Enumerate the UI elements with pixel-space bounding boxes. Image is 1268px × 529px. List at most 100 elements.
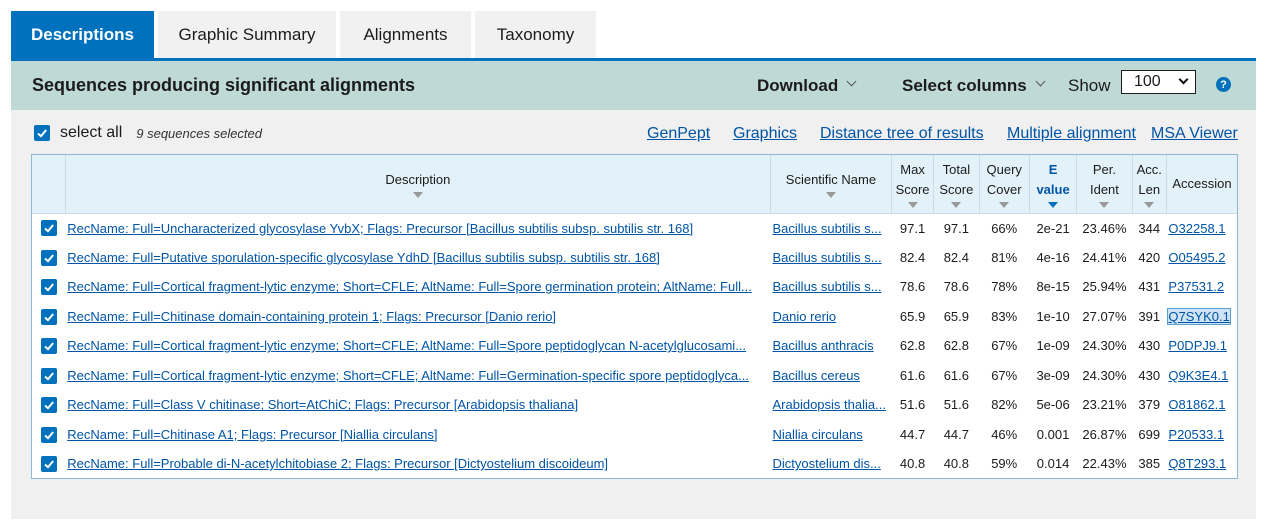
header-total-score[interactable]: Total Score bbox=[933, 155, 980, 214]
row-checkbox[interactable] bbox=[40, 397, 57, 414]
row-accession[interactable]: O32258.1 bbox=[1166, 213, 1237, 243]
row-acc-len: 391 bbox=[1138, 308, 1161, 324]
row-checkbox[interactable] bbox=[40, 456, 57, 473]
row-total-score: 61.6 bbox=[943, 367, 970, 383]
page-title: Sequences producing significant alignmen… bbox=[32, 75, 416, 95]
row-per-ident: 23.46% bbox=[1082, 220, 1127, 236]
row-description[interactable]: RecName: Full=Uncharacterized glycosylas… bbox=[65, 213, 770, 243]
table-row: RecName: Full=Cortical fragment-lytic en… bbox=[32, 331, 1237, 361]
header-max-score[interactable]: Max Score bbox=[890, 155, 934, 214]
row-scientific-name[interactable]: Bacillus cereus bbox=[771, 361, 892, 391]
sort-arrow-icon bbox=[1099, 201, 1110, 208]
row-accession[interactable]: Q8T293.1 bbox=[1166, 449, 1237, 479]
row-scientific-name[interactable]: Bacillus subtilis s... bbox=[771, 272, 892, 302]
row-scientific-name[interactable]: Bacillus subtilis s... bbox=[771, 213, 892, 243]
row-checkbox[interactable] bbox=[40, 426, 57, 443]
msa-viewer-link[interactable]: MSA Viewer bbox=[1151, 125, 1238, 143]
select-all-row: select all 9 sequences selected bbox=[34, 124, 262, 142]
row-description[interactable]: RecName: Full=Probable di-N-acetylchitob… bbox=[65, 449, 770, 479]
row-checkbox[interactable] bbox=[40, 279, 57, 296]
row-checkbox[interactable] bbox=[40, 220, 57, 237]
row-description[interactable]: RecName: Full=Cortical fragment-lytic en… bbox=[65, 361, 770, 391]
row-evalue: 0.001 bbox=[1036, 426, 1070, 442]
row-scientific-name[interactable]: Arabidopsis thalia... bbox=[771, 390, 892, 420]
row-accession[interactable]: O05495.2 bbox=[1166, 243, 1237, 273]
row-evalue: 8e-15 bbox=[1036, 279, 1070, 295]
row-accession[interactable]: Q7SYK0.1 bbox=[1166, 302, 1237, 332]
row-evalue: 4e-16 bbox=[1036, 249, 1070, 265]
multiple-alignment-link[interactable]: Multiple alignment bbox=[1007, 125, 1136, 143]
row-acc-len: 379 bbox=[1138, 397, 1161, 413]
row-checkbox-cell bbox=[32, 420, 65, 450]
row-max-score: 51.6 bbox=[899, 397, 926, 413]
sort-arrow-icon bbox=[825, 191, 836, 198]
row-scientific-name[interactable]: Bacillus anthracis bbox=[771, 331, 892, 361]
row-scientific-name[interactable]: Danio rerio bbox=[771, 302, 892, 332]
header-description[interactable]: Description bbox=[64, 155, 771, 214]
select-columns-dropdown[interactable]: Select columns bbox=[902, 76, 1046, 96]
row-total-score: 97.1 bbox=[943, 220, 970, 236]
checkmark-icon bbox=[43, 371, 54, 381]
row-checkbox[interactable] bbox=[40, 308, 57, 325]
row-accession[interactable]: Q9K3E4.1 bbox=[1166, 361, 1237, 391]
row-description[interactable]: RecName: Full=Cortical fragment-lytic en… bbox=[65, 272, 770, 302]
distance-tree-link[interactable]: Distance tree of results bbox=[820, 125, 984, 143]
help-icon[interactable]: ? bbox=[1216, 77, 1231, 92]
header-acc-len[interactable]: Acc. Len bbox=[1131, 155, 1167, 214]
table-row: RecName: Full=Uncharacterized glycosylas… bbox=[32, 213, 1237, 243]
row-accession[interactable]: P20533.1 bbox=[1166, 420, 1237, 450]
tab-graphic-summary[interactable]: Graphic Summary bbox=[158, 11, 336, 59]
row-checkbox[interactable] bbox=[40, 338, 57, 355]
row-query-cover: 81% bbox=[991, 249, 1018, 265]
row-checkbox-cell bbox=[32, 243, 65, 273]
header-per-ident[interactable]: Per. Ident bbox=[1076, 155, 1133, 214]
row-per-ident: 26.87% bbox=[1082, 426, 1127, 442]
row-total-score: 65.9 bbox=[943, 308, 970, 324]
row-acc-len: 420 bbox=[1138, 249, 1161, 265]
tab-taxonomy[interactable]: Taxonomy bbox=[475, 11, 596, 59]
row-evalue: 5e-06 bbox=[1036, 397, 1070, 413]
sort-arrow-icon bbox=[1144, 201, 1155, 208]
sort-arrow-icon bbox=[412, 191, 423, 198]
table-row: RecName: Full=Putative sporulation-speci… bbox=[32, 243, 1237, 273]
header-scientific-name[interactable]: Scientific Name bbox=[770, 155, 892, 214]
row-checkbox[interactable] bbox=[40, 249, 57, 266]
row-evalue: 1e-09 bbox=[1036, 338, 1070, 354]
row-accession[interactable]: P37531.2 bbox=[1166, 272, 1237, 302]
show-count-select[interactable]: 100 bbox=[1121, 70, 1196, 94]
row-checkbox[interactable] bbox=[40, 367, 57, 384]
header-query-cover[interactable]: Query Cover bbox=[978, 155, 1030, 214]
row-accession[interactable]: O81862.1 bbox=[1166, 390, 1237, 420]
sort-arrow-icon bbox=[907, 201, 918, 208]
row-accession[interactable]: P0DPJ9.1 bbox=[1166, 331, 1237, 361]
row-evalue: 3e-09 bbox=[1036, 367, 1070, 383]
row-scientific-name[interactable]: Bacillus subtilis s... bbox=[771, 243, 892, 273]
header-accession[interactable]: Accession bbox=[1165, 155, 1237, 214]
row-max-score: 62.8 bbox=[899, 338, 926, 354]
row-per-ident: 27.07% bbox=[1082, 308, 1127, 324]
chevron-down-icon bbox=[846, 76, 857, 87]
graphics-link[interactable]: Graphics bbox=[733, 125, 797, 143]
row-description[interactable]: RecName: Full=Chitinase A1; Flags: Precu… bbox=[65, 420, 770, 450]
row-description[interactable]: RecName: Full=Cortical fragment-lytic en… bbox=[65, 331, 770, 361]
download-dropdown[interactable]: Download bbox=[757, 76, 857, 96]
table-row: RecName: Full=Chitinase domain-containin… bbox=[32, 302, 1237, 332]
row-scientific-name[interactable]: Dictyostelium dis... bbox=[771, 449, 892, 479]
tab-alignments[interactable]: Alignments bbox=[340, 11, 471, 59]
header-evalue[interactable]: Evalue bbox=[1028, 155, 1077, 214]
table-row: RecName: Full=Class V chitinase; Short=A… bbox=[32, 390, 1237, 420]
row-scientific-name[interactable]: Niallia circulans bbox=[771, 420, 892, 450]
row-per-ident: 24.30% bbox=[1082, 367, 1127, 383]
row-acc-len: 699 bbox=[1138, 426, 1161, 442]
row-max-score: 97.1 bbox=[899, 220, 926, 236]
row-query-cover: 82% bbox=[991, 397, 1018, 413]
row-description[interactable]: RecName: Full=Chitinase domain-containin… bbox=[65, 302, 770, 332]
genpept-link[interactable]: GenPept bbox=[647, 125, 710, 143]
tab-descriptions[interactable]: Descriptions bbox=[11, 11, 154, 59]
row-description[interactable]: RecName: Full=Putative sporulation-speci… bbox=[65, 243, 770, 273]
row-per-ident: 25.94% bbox=[1082, 279, 1127, 295]
row-description[interactable]: RecName: Full=Class V chitinase; Short=A… bbox=[65, 390, 770, 420]
row-acc-len: 385 bbox=[1138, 456, 1161, 472]
select-all-checkbox[interactable] bbox=[34, 125, 50, 141]
row-acc-len: 431 bbox=[1138, 279, 1161, 295]
